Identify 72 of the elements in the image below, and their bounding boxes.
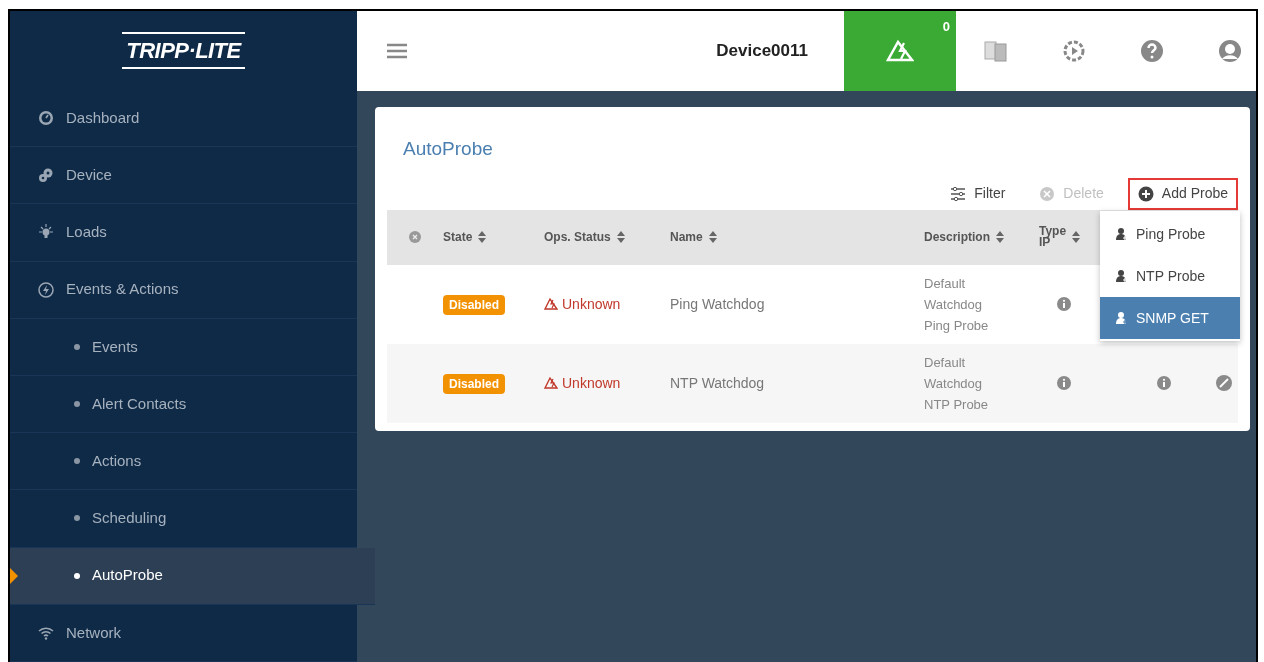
table-cell: Ping Watchdog — [670, 295, 765, 312]
state-badge: Disabled — [443, 373, 505, 394]
bullet-icon — [74, 515, 80, 522]
menu-item[interactable]: NTP Probe — [1100, 255, 1240, 297]
page-title: AutoProbe — [403, 138, 493, 159]
person-add-icon — [1116, 311, 1128, 325]
bolt-icon — [38, 281, 54, 298]
sidebar-label: Network — [66, 622, 121, 643]
sidebar-label: Loads — [66, 222, 107, 243]
bullet-icon — [74, 343, 80, 350]
person-add-icon — [1116, 227, 1128, 241]
person-add-icon — [1116, 269, 1128, 283]
info-icon[interactable] — [1057, 376, 1071, 390]
description-line: Default — [924, 353, 967, 372]
wifi-icon — [38, 624, 54, 641]
column-header[interactable]: Description — [924, 231, 990, 243]
sidebar-label: Events — [92, 336, 138, 357]
info-icon[interactable] — [1157, 376, 1171, 390]
status-text: Unknown — [562, 294, 621, 314]
state-badge: Disabled — [443, 294, 505, 315]
table-cell: NTP Watchdog — [670, 374, 765, 391]
help-icon[interactable] — [1140, 39, 1164, 63]
settings-icon[interactable] — [1062, 39, 1086, 63]
column-header[interactable]: Name — [670, 231, 703, 243]
logo: TRIPP·LITE — [122, 31, 245, 69]
select-all-icon[interactable] — [409, 231, 421, 243]
sidebar-label: Alert Contacts — [92, 393, 187, 414]
sort-icon[interactable] — [996, 231, 1004, 243]
sidebar-label: Events & Actions — [66, 279, 179, 300]
bullet-icon — [74, 401, 80, 407]
sort-icon[interactable] — [616, 231, 625, 243]
filter-button[interactable]: Filter — [940, 177, 1016, 210]
alarm-icon — [544, 376, 558, 390]
user-icon[interactable] — [1218, 39, 1242, 63]
sidebar-label: AutoProbe — [92, 565, 163, 586]
column-header[interactable]: Type — [1039, 226, 1067, 237]
description-line: NTP Probe — [924, 395, 990, 414]
column-header[interactable]: State — [443, 231, 473, 243]
sidebar-label: Device — [66, 164, 112, 185]
description-line: Watchdog — [924, 374, 984, 393]
alarm-icon — [886, 39, 914, 63]
device-name: Device0011 — [716, 40, 808, 63]
disable-icon[interactable] — [1216, 375, 1232, 391]
menu-icon[interactable] — [387, 43, 407, 59]
menu-item[interactable]: SNMP GET — [1100, 297, 1240, 339]
column-header[interactable]: Ops. Status — [544, 231, 611, 243]
bulb-icon — [38, 224, 54, 241]
sidebar-label: Scheduling — [92, 508, 167, 529]
alarm-count: 0 — [942, 18, 950, 36]
sidebar-label: Actions — [92, 450, 142, 471]
info-icon[interactable] — [1057, 297, 1071, 311]
status-text: Unknown — [562, 373, 621, 393]
sort-icon[interactable] — [708, 231, 717, 243]
sort-icon[interactable] — [1072, 231, 1081, 243]
bullet-icon — [74, 458, 80, 465]
description-line: Default — [924, 274, 967, 293]
sort-icon[interactable] — [478, 231, 487, 243]
sidebar-item[interactable]: AutoProbe — [10, 547, 375, 605]
bullet-icon — [74, 572, 80, 579]
menu-item[interactable]: Ping Probe — [1100, 213, 1240, 255]
gears-icon — [38, 167, 54, 184]
description-line: Watchdog — [924, 295, 984, 314]
alarm-icon — [544, 297, 558, 311]
gauge-icon — [38, 110, 54, 126]
arrow-icon — [10, 567, 18, 584]
delete-icon — [1039, 185, 1056, 202]
sidebar-label: Dashboard — [66, 107, 140, 128]
add-button[interactable]: Add Probe — [1127, 177, 1238, 210]
description-line: Ping Probe — [924, 316, 990, 335]
column-header[interactable]: IP — [1039, 237, 1067, 248]
sliders-icon — [950, 185, 967, 202]
plus-circle-icon — [1137, 185, 1154, 202]
